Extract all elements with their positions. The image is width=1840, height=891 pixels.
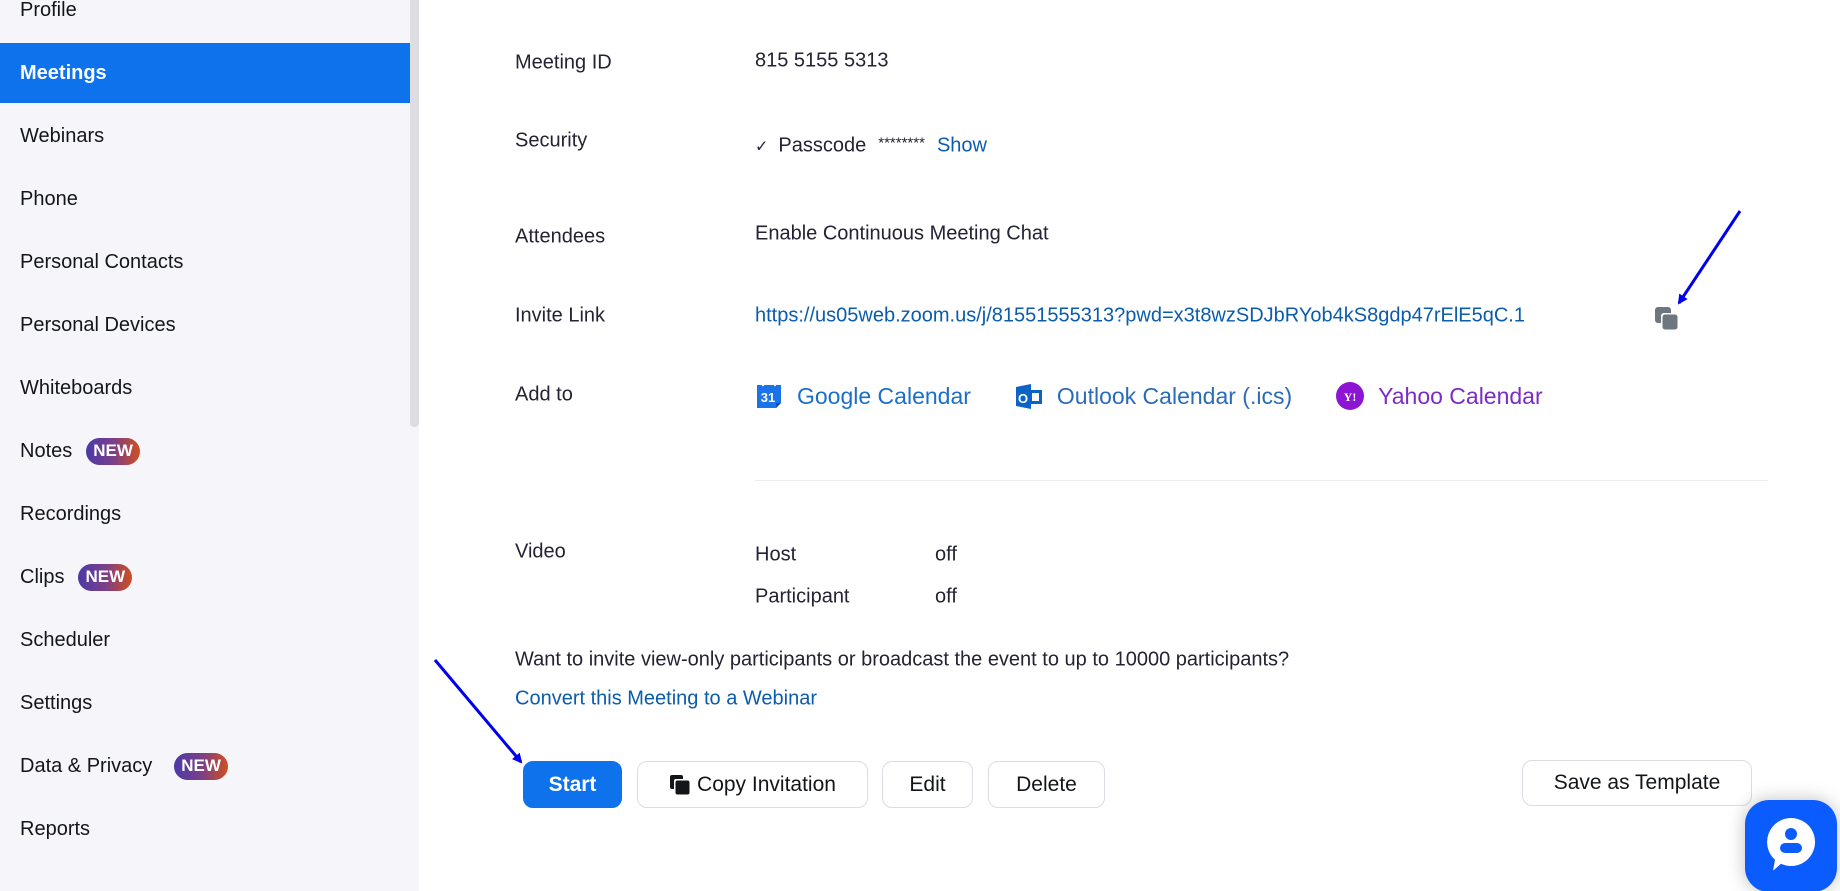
sidebar-item-label: Data & Privacy	[20, 754, 153, 777]
sidebar-item-label: Phone	[20, 187, 78, 210]
sidebar-item-label: Meetings	[20, 61, 107, 84]
security-value: ✓ Passcode ******** Show	[755, 135, 987, 158]
sidebar-item-personal-contacts[interactable]: Personal Contacts	[0, 232, 410, 292]
passcode-label: Passcode	[778, 134, 867, 157]
show-passcode-link[interactable]: Show	[937, 135, 987, 158]
svg-text:O: O	[1018, 391, 1028, 406]
sidebar-item-clips[interactable]: Clips NEW	[0, 547, 410, 607]
new-badge: NEW	[86, 437, 140, 465]
sidebar-item-label: Recordings	[20, 502, 122, 525]
sidebar-item-label: Notes	[20, 439, 73, 462]
sidebar-item-data-privacy[interactable]: Data & Privacy NEW	[0, 736, 410, 796]
meeting-id-value: 815 5155 5313	[755, 49, 889, 72]
new-badge: NEW	[78, 563, 133, 591]
video-host-label: Host	[755, 543, 797, 566]
video-label: Video	[515, 540, 566, 563]
sidebar-item-label: Profile	[20, 0, 77, 21]
sidebar-item-reports[interactable]: Reports	[0, 799, 410, 859]
sidebar-item-phone[interactable]: Phone	[0, 169, 410, 229]
sidebar-scrollbar-thumb[interactable]	[410, 0, 419, 427]
video-participant-value: off	[935, 585, 957, 608]
section-divider	[755, 480, 1768, 481]
google-calendar-label: Google Calendar	[797, 382, 971, 409]
sidebar-item-label: Settings	[20, 691, 93, 714]
chat-support-button[interactable]	[1745, 800, 1837, 891]
meeting-details: Meeting ID 815 5155 5313 Security ✓ Pass…	[419, 0, 1840, 891]
copy-invitation-label: Copy Invitation	[697, 772, 836, 796]
outlook-calendar-link[interactable]: O Outlook Calendar (.ics)	[1015, 382, 1292, 410]
sidebar-item-personal-devices[interactable]: Personal Devices	[0, 295, 410, 355]
svg-text:31: 31	[761, 390, 775, 405]
security-label: Security	[515, 129, 588, 152]
sidebar-item-whiteboards[interactable]: Whiteboards	[0, 358, 410, 418]
copy-invitation-button[interactable]: Copy Invitation	[637, 761, 868, 808]
sidebar-item-notes[interactable]: Notes NEW	[0, 421, 410, 481]
sidebar-item-label: Personal Devices	[20, 313, 176, 336]
google-calendar-link[interactable]: 31 Google Calendar	[755, 382, 971, 410]
add-to-label: Add to	[515, 383, 573, 406]
yahoo-calendar-link[interactable]: Y! Yahoo Calendar	[1336, 382, 1543, 410]
google-calendar-icon: 31	[755, 382, 783, 410]
add-to-calendars: 31 Google Calendar O Outlook Calendar (.…	[755, 382, 1587, 410]
sidebar-item-label: Webinars	[20, 124, 105, 147]
attendees-label: Attendees	[515, 225, 606, 248]
save-as-template-button[interactable]: Save as Template	[1522, 760, 1752, 806]
sidebar-item-label: Clips	[20, 565, 65, 588]
start-button[interactable]: Start	[523, 761, 622, 808]
video-participant-label: Participant	[755, 585, 850, 608]
copy-icon	[669, 774, 691, 796]
sidebar-item-label: Scheduler	[20, 628, 111, 651]
sidebar-item-label: Reports	[20, 817, 91, 840]
passcode-masked: ********	[878, 134, 925, 152]
sidebar-item-settings[interactable]: Settings	[0, 673, 410, 733]
delete-button[interactable]: Delete	[988, 761, 1105, 808]
yahoo-calendar-label: Yahoo Calendar	[1378, 382, 1543, 409]
sidebar-item-webinars[interactable]: Webinars	[0, 106, 410, 166]
copy-link-icon[interactable]	[1654, 306, 1680, 332]
outlook-calendar-label: Outlook Calendar (.ics)	[1056, 382, 1293, 409]
yahoo-calendar-icon: Y!	[1336, 382, 1365, 410]
sidebar-item-meetings[interactable]: Meetings	[0, 43, 410, 103]
check-icon: ✓	[755, 138, 769, 155]
new-badge: NEW	[174, 752, 228, 780]
sidebar-item-recordings[interactable]: Recordings	[0, 484, 410, 544]
webinar-promo-text: Want to invite view-only participants or…	[515, 648, 1290, 671]
invite-link[interactable]: https://us05web.zoom.us/j/81551555313?pw…	[755, 305, 1525, 328]
sidebar-item-label: Personal Contacts	[20, 250, 184, 273]
outlook-calendar-icon: O	[1015, 382, 1043, 410]
sidebar-item-profile[interactable]: Profile	[0, 0, 410, 40]
svg-text:Y!: Y!	[1344, 390, 1357, 404]
sidebar: Profile Meetings Webinars Phone Personal…	[0, 0, 419, 891]
chat-person-icon	[1763, 814, 1819, 879]
sidebar-item-scheduler[interactable]: Scheduler	[0, 610, 410, 670]
video-host-value: off	[935, 543, 957, 566]
attendees-value: Enable Continuous Meeting Chat	[755, 222, 1049, 245]
edit-button[interactable]: Edit	[882, 761, 973, 808]
sidebar-item-label: Whiteboards	[20, 376, 133, 399]
convert-to-webinar-link[interactable]: Convert this Meeting to a Webinar	[515, 688, 817, 711]
invite-link-label: Invite Link	[515, 304, 606, 327]
meeting-id-label: Meeting ID	[515, 51, 612, 74]
